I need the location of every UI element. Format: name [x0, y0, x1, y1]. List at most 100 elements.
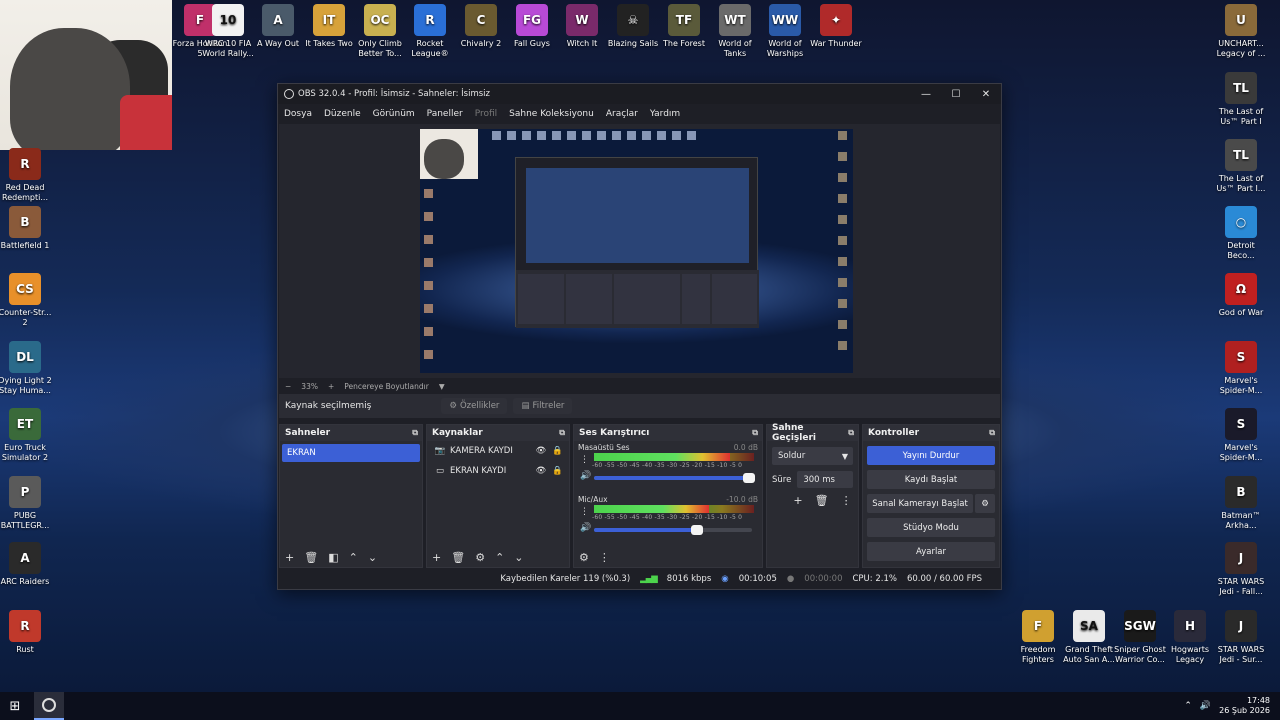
- desktop-icon-the-last-of-us-part-i[interactable]: TL The Last of Us™ Part I: [1213, 72, 1269, 127]
- menu-sahne-koleksiyonu[interactable]: Sahne Koleksiyonu: [509, 109, 594, 119]
- start-recording-button[interactable]: Kaydı Başlat: [867, 470, 995, 489]
- menu-paneller[interactable]: Paneller: [427, 109, 463, 119]
- desktop-icon-sniper-ghost-warrior-co[interactable]: SGW Sniper Ghost Warrior Co...: [1112, 610, 1168, 665]
- desktop-icon-fall-guys[interactable]: FG Fall Guys: [504, 4, 560, 49]
- settings-button[interactable]: Ayarlar: [867, 542, 995, 561]
- undock-icon[interactable]: ⧉: [412, 428, 418, 438]
- studio-mode-button[interactable]: Stüdyo Modu: [867, 518, 995, 537]
- source-item-kamera[interactable]: 📷 KAMERA KAYDI 👁 🔒: [427, 441, 569, 461]
- desktop-icon-god-of-war[interactable]: Ω God of War: [1213, 273, 1269, 318]
- start-virtual-camera-button[interactable]: Sanal Kamerayı Başlat: [867, 494, 973, 513]
- desktop-icon-arc-raiders[interactable]: A ARC Raiders: [0, 542, 53, 587]
- advanced-audio-icon[interactable]: ⚙: [579, 551, 589, 564]
- move-down-icon[interactable]: ⌄: [514, 551, 523, 564]
- desktop-icon-world-of-tanks[interactable]: WT World of Tanks: [707, 4, 763, 59]
- desktop-icon-world-of-warships[interactable]: WW World of Warships: [757, 4, 813, 59]
- trash-icon[interactable]: 🗑: [451, 551, 465, 564]
- scene-filter-icon[interactable]: ◧: [328, 551, 338, 564]
- desktop-icon-pubg-battlegr[interactable]: P PUBG BATTLEGR...: [0, 476, 53, 531]
- volume-slider[interactable]: [594, 473, 755, 483]
- speaker-icon[interactable]: 🔊: [580, 471, 591, 481]
- volume-slider[interactable]: [594, 525, 752, 535]
- desktop-icon-it-takes-two[interactable]: IT It Takes Two: [301, 4, 357, 49]
- desktop-icon-counter-str-2[interactable]: CS Counter-Str... 2: [0, 273, 53, 328]
- trash-icon[interactable]: 🗑: [304, 551, 318, 564]
- maximize-button[interactable]: ☐: [941, 89, 971, 100]
- desktop-icon-rocket-league[interactable]: R Rocket League®: [402, 4, 458, 59]
- windows-start-icon[interactable]: ⊞: [0, 699, 30, 714]
- desktop-icon-batman-arkha[interactable]: B Batman™ Arkha...: [1213, 476, 1269, 531]
- menu-duzenle[interactable]: Düzenle: [324, 109, 361, 119]
- add-transition-icon[interactable]: +: [793, 494, 802, 507]
- desktop-icon-unchart-legacy-of[interactable]: U UNCHART... Legacy of ...: [1213, 4, 1269, 59]
- preview-canvas[interactable]: [420, 129, 853, 373]
- desktop-icon-chivalry-2[interactable]: C Chivalry 2: [453, 4, 509, 49]
- chevron-down-icon[interactable]: ▼: [439, 382, 445, 391]
- menu-araclar[interactable]: Araçlar: [606, 109, 638, 119]
- desktop-icon-marvel-s-spider-m[interactable]: S Marvel's Spider-M...: [1213, 408, 1269, 463]
- desktop-icon-the-last-of-us-part-i[interactable]: TL The Last of Us™ Part I...: [1213, 139, 1269, 194]
- volume-icon[interactable]: 🔊: [1200, 701, 1211, 711]
- duration-input[interactable]: 300 ms: [797, 471, 853, 488]
- clock[interactable]: 17:48 26 Şub 2026: [1219, 696, 1270, 716]
- desktop-icon-grand-theft-auto-san-a[interactable]: SA Grand Theft Auto San A...: [1061, 610, 1117, 665]
- desktop-icon-rust[interactable]: R Rust: [0, 610, 53, 655]
- desktop-icon-marvel-s-spider-m[interactable]: S Marvel's Spider-M...: [1213, 341, 1269, 396]
- minimize-button[interactable]: —: [911, 89, 941, 100]
- eye-icon[interactable]: 👁: [536, 446, 547, 456]
- filters-button[interactable]: ▤ Filtreler: [513, 398, 573, 414]
- add-source-icon[interactable]: +: [432, 551, 441, 564]
- desktop-icon-wrc-10-fia-world-rally[interactable]: 10 WRC 10 FIA World Rally...: [200, 4, 256, 59]
- close-button[interactable]: ✕: [971, 89, 1001, 100]
- desktop-icon-hogwarts-legacy[interactable]: H Hogwarts Legacy: [1162, 610, 1218, 665]
- kebab-menu-icon[interactable]: ⋮: [599, 551, 610, 564]
- undock-icon[interactable]: ⧉: [989, 428, 995, 438]
- zoom-out-button[interactable]: −: [285, 382, 291, 391]
- desktop-icon-witch-it[interactable]: W Witch It: [554, 4, 610, 49]
- trash-icon[interactable]: 🗑: [815, 494, 829, 507]
- lock-icon[interactable]: 🔒: [552, 446, 563, 456]
- gear-icon[interactable]: ⚙: [975, 494, 995, 513]
- kebab-menu-icon[interactable]: ⋮: [580, 455, 589, 465]
- move-up-icon[interactable]: ⌃: [349, 551, 358, 564]
- desktop-icon-detroit-beco[interactable]: ○ Detroit Beco...: [1213, 206, 1269, 261]
- desktop-icon-star-wars-jedi-fall[interactable]: J STAR WARS Jedi - Fall...: [1213, 542, 1269, 597]
- scene-item-ekran[interactable]: EKRAN: [282, 444, 420, 462]
- kebab-menu-icon[interactable]: ⋮: [580, 507, 589, 517]
- chevron-up-icon[interactable]: ⌃: [1184, 701, 1192, 711]
- source-item-ekran[interactable]: ▭ EKRAN KAYDI 👁 🔒: [427, 461, 569, 481]
- desktop-icon-dying-light-2-stay-huma[interactable]: DL Dying Light 2 Stay Huma...: [0, 341, 53, 396]
- obs-taskbar-icon[interactable]: [34, 692, 64, 720]
- desktop-icon-red-dead-redempti[interactable]: R Red Dead Redempti...: [0, 148, 53, 203]
- move-up-icon[interactable]: ⌃: [495, 551, 504, 564]
- zoom-in-button[interactable]: +: [328, 382, 334, 391]
- desktop-icon-a-way-out[interactable]: A A Way Out: [250, 4, 306, 49]
- eye-icon[interactable]: 👁: [536, 466, 547, 476]
- menu-dosya[interactable]: Dosya: [284, 109, 312, 119]
- move-down-icon[interactable]: ⌄: [368, 551, 377, 564]
- undock-icon[interactable]: ⧉: [752, 428, 758, 438]
- desktop-icon-war-thunder[interactable]: ✦ War Thunder: [808, 4, 864, 49]
- add-scene-icon[interactable]: +: [285, 551, 294, 564]
- desktop-icon-battlefield-1[interactable]: B Battlefield 1: [0, 206, 53, 251]
- gear-icon[interactable]: ⚙: [475, 551, 485, 564]
- menu-yardim[interactable]: Yardım: [650, 109, 680, 119]
- lock-icon[interactable]: 🔒: [552, 466, 563, 476]
- properties-button[interactable]: ⚙ Özellikler: [441, 398, 508, 414]
- fit-to-window-label[interactable]: Pencereye Boyutlandır: [344, 382, 429, 391]
- desktop-icon-the-forest[interactable]: TF The Forest: [656, 4, 712, 49]
- desktop-icon-star-wars-jedi-sur[interactable]: J STAR WARS Jedi - Sur...: [1213, 610, 1269, 665]
- preview-area[interactable]: [279, 124, 1000, 378]
- desktop-icon-only-climb-better-to[interactable]: OC Only Climb Better To...: [352, 4, 408, 59]
- transition-select[interactable]: Soldur ▼: [772, 447, 853, 465]
- menu-gorunum[interactable]: Görünüm: [373, 109, 415, 119]
- desktop-icon-euro-truck-simulator-2[interactable]: ET Euro Truck Simulator 2: [0, 408, 53, 463]
- menu-profil[interactable]: Profil: [475, 109, 497, 119]
- kebab-menu-icon[interactable]: ⋮: [841, 494, 852, 507]
- undock-icon[interactable]: ⧉: [559, 428, 565, 438]
- speaker-icon[interactable]: 🔊: [580, 523, 591, 533]
- stop-stream-button[interactable]: Yayını Durdur: [867, 446, 995, 465]
- undock-icon[interactable]: ⧉: [848, 428, 854, 438]
- desktop-icon-freedom-fighters[interactable]: F Freedom Fighters: [1010, 610, 1066, 665]
- desktop-icon-blazing-sails[interactable]: ☠ Blazing Sails: [605, 4, 661, 49]
